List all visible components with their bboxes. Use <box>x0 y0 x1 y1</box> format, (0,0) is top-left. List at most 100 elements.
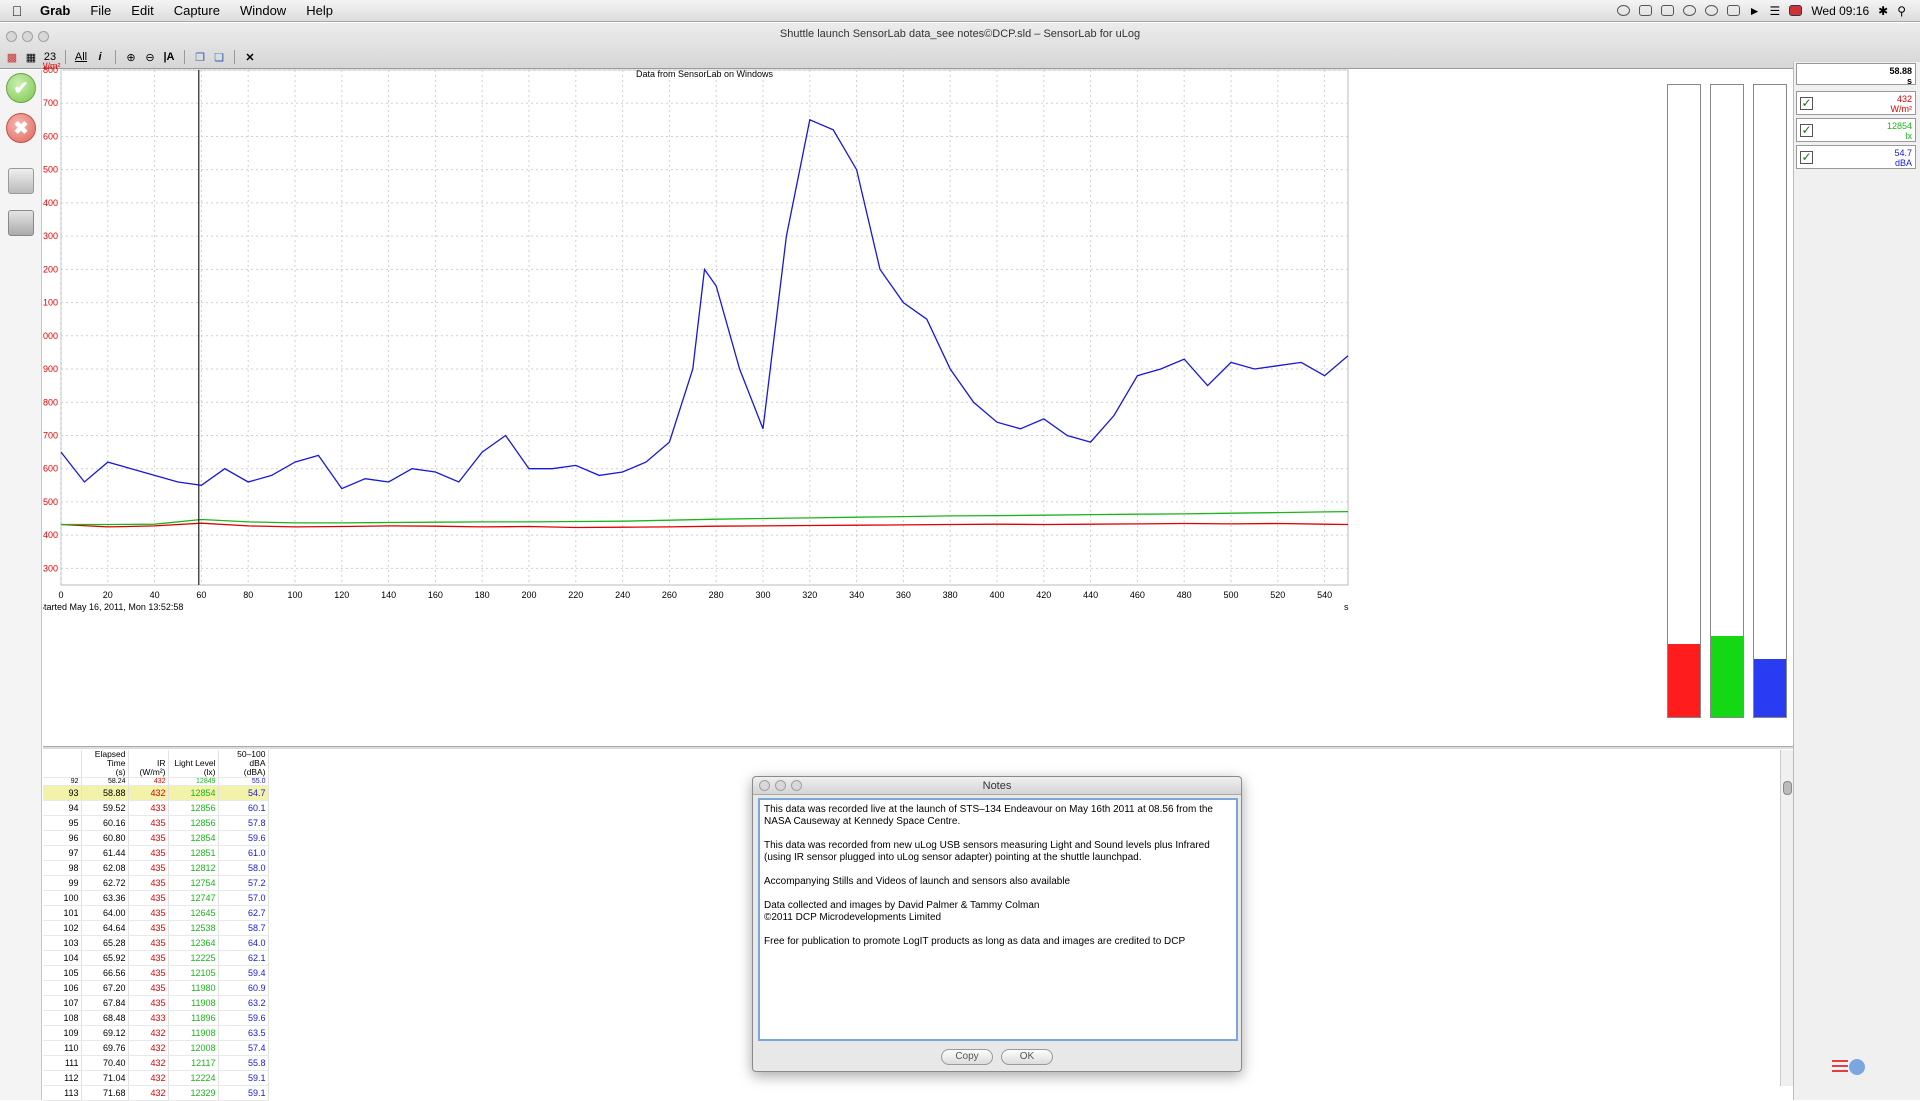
table-row[interactable]: 104 65.92 435 12225 62.1 <box>43 950 269 966</box>
y-tick-label: 300 <box>43 563 58 573</box>
table-row[interactable]: 97 61.44 435 12851 61.0 <box>43 845 269 861</box>
display-icon[interactable] <box>1726 5 1740 16</box>
clock[interactable]: Wed 09:16 <box>1811 4 1869 18</box>
save-icon[interactable] <box>8 168 34 194</box>
table-row[interactable]: 95 60.16 435 12856 57.8 <box>43 815 269 831</box>
menu-capture[interactable]: Capture <box>164 3 230 18</box>
light-level-bar <box>1710 84 1744 718</box>
x-tick-label: 140 <box>381 590 396 600</box>
notes-minimize-button[interactable] <box>775 780 786 791</box>
cell-ir: 435 <box>128 875 169 891</box>
sync-icon[interactable] <box>1616 5 1630 16</box>
cell-elapsed-time: 68.48 <box>81 1010 129 1026</box>
table-row[interactable]: 100 63.36 435 12747 57.0 <box>43 890 269 906</box>
bluetooth-icon[interactable]: ✱ <box>1878 4 1888 18</box>
scrollbar-thumb[interactable] <box>1783 781 1792 795</box>
table-row[interactable]: 108 68.48 433 11896 59.6 <box>43 1010 269 1026</box>
light-visible-checkbox[interactable]: ✓ <box>1800 124 1813 137</box>
table-row[interactable]: 112 71.04 432 12224 59.1 <box>43 1070 269 1086</box>
menu-edit[interactable]: Edit <box>121 3 163 18</box>
wifi-icon[interactable]: ☰ <box>1770 4 1781 18</box>
copy-button[interactable]: Copy <box>941 1049 993 1065</box>
table-row[interactable]: 98 62.08 435 12812 58.0 <box>43 860 269 876</box>
x-tick-label: 400 <box>989 590 1004 600</box>
cell-index: 96 <box>43 830 82 846</box>
notes-text-area[interactable]: This data was recorded live at the launc… <box>758 798 1238 1041</box>
notes-paragraph: Free for publication to promote LogIT pr… <box>764 936 1186 947</box>
menu-help[interactable]: Help <box>296 3 343 18</box>
time-unit: s <box>1906 76 1912 86</box>
table-row[interactable]: 99 62.72 435 12754 57.2 <box>43 875 269 891</box>
logit-logo-icon[interactable] <box>1830 1055 1866 1081</box>
table-row[interactable]: 96 60.80 435 12854 59.6 <box>43 830 269 846</box>
data-table: Elapsed Time (s) IR (W/m²) Light Level (lx)… <box>43 750 269 1101</box>
left-toolbar: ✔ ✖ <box>0 70 42 1100</box>
menu-window[interactable]: Window <box>230 3 296 18</box>
chat-icon[interactable] <box>1704 5 1718 16</box>
apple-menu-icon[interactable]:  <box>0 3 34 19</box>
table-scrollbar[interactable] <box>1780 750 1793 1086</box>
notes-paragraph: This data was recorded from new uLog USB… <box>764 840 1210 863</box>
flag-icon[interactable] <box>1789 5 1803 16</box>
sensor-chart[interactable]: 0 20 40 60 80 100 120 140 160 180 200 220 240 260 280 3… <box>43 60 1663 750</box>
cell-index: 105 <box>43 965 82 981</box>
menu-file[interactable]: File <box>80 3 121 18</box>
ok-button[interactable]: OK <box>1001 1049 1053 1065</box>
y-tick-label: 1200 <box>43 264 58 274</box>
table-row[interactable]: 107 67.84 435 11908 63.2 <box>43 995 269 1011</box>
menu-app-grab[interactable]: Grab <box>34 3 80 18</box>
ir-visible-checkbox[interactable]: ✓ <box>1800 97 1813 110</box>
pane-splitter[interactable] <box>43 746 1793 749</box>
battery-monitor-icon[interactable] <box>1638 5 1652 16</box>
y-tick-label: 900 <box>43 364 58 374</box>
print-icon[interactable] <box>8 210 34 236</box>
cell-elapsed-time: 69.12 <box>81 1025 129 1041</box>
spotlight-search-icon[interactable]: ⚲ <box>1897 4 1906 18</box>
table-row[interactable]: 106 67.20 435 11980 60.9 <box>43 980 269 996</box>
x-tick-label: 160 <box>428 590 443 600</box>
header-elapsed-time[interactable]: Elapsed Time (s) <box>81 750 129 778</box>
cell-sound-level: 61.0 <box>218 845 269 861</box>
table-row[interactable]: 101 64.00 435 12645 62.7 <box>43 905 269 921</box>
table-row[interactable]: 102 64.64 435 12538 58.7 <box>43 920 269 936</box>
bar-chart-icon[interactable]: ▩ <box>5 49 19 65</box>
header-index[interactable] <box>43 750 82 778</box>
table-row[interactable]: 109 69.12 432 11908 63.5 <box>43 1025 269 1041</box>
time-machine-icon[interactable] <box>1682 5 1696 16</box>
sound-visible-checkbox[interactable]: ✓ <box>1800 151 1813 164</box>
table-row[interactable]: 105 66.56 435 12105 59.4 <box>43 965 269 981</box>
x-tick-label: 480 <box>1177 590 1192 600</box>
cell-elapsed-time: 61.44 <box>81 845 129 861</box>
x-tick-label: 200 <box>521 590 536 600</box>
header-ir[interactable]: IR (W/m²) <box>128 750 169 778</box>
cell-light-level: 12364 <box>168 935 219 951</box>
sound-unit: dBA <box>1894 158 1912 168</box>
cell-ir: 435 <box>128 935 169 951</box>
header-light-level[interactable]: Light Level (lx) <box>168 750 219 778</box>
cell-sound-level: 59.1 <box>218 1085 269 1101</box>
x-tick-label: 60 <box>196 590 206 600</box>
cell-index: 106 <box>43 980 82 996</box>
table-row[interactable]: 94 59.52 433 12856 60.1 <box>43 800 269 816</box>
y-tick-label: 1300 <box>43 231 58 241</box>
table-row[interactable]: 111 70.40 432 12117 55.8 <box>43 1055 269 1071</box>
notes-close-button[interactable] <box>759 780 770 791</box>
table-row[interactable]: 103 65.28 435 12364 64.0 <box>43 935 269 951</box>
cell-sound-level: 64.0 <box>218 935 269 951</box>
notes-zoom-button[interactable] <box>791 780 802 791</box>
y-tick-label: 1000 <box>43 331 58 341</box>
sound-level-fill <box>1754 658 1786 717</box>
x-tick-label: 300 <box>755 590 770 600</box>
accept-button[interactable]: ✔ <box>6 73 36 103</box>
table-row[interactable]: 113 71.68 432 12329 59.1 <box>43 1085 269 1101</box>
header-sound-level[interactable]: 50–100 dBA (dBA) <box>218 750 269 778</box>
clipboard-icon[interactable] <box>1660 5 1674 16</box>
plot-area[interactable] <box>60 69 1349 586</box>
table-row-partial[interactable]: 92 58.24 432 12849 55.0 <box>43 777 269 786</box>
reject-button[interactable]: ✖ <box>6 113 36 143</box>
volume-icon[interactable]: ► <box>1749 4 1761 18</box>
cell-index: 111 <box>43 1055 82 1071</box>
table-icon[interactable]: ▦ <box>24 49 38 65</box>
table-row[interactable]: 93 58.88 432 12854 54.7 <box>43 785 269 801</box>
table-row[interactable]: 110 69.76 432 12008 57.4 <box>43 1040 269 1056</box>
